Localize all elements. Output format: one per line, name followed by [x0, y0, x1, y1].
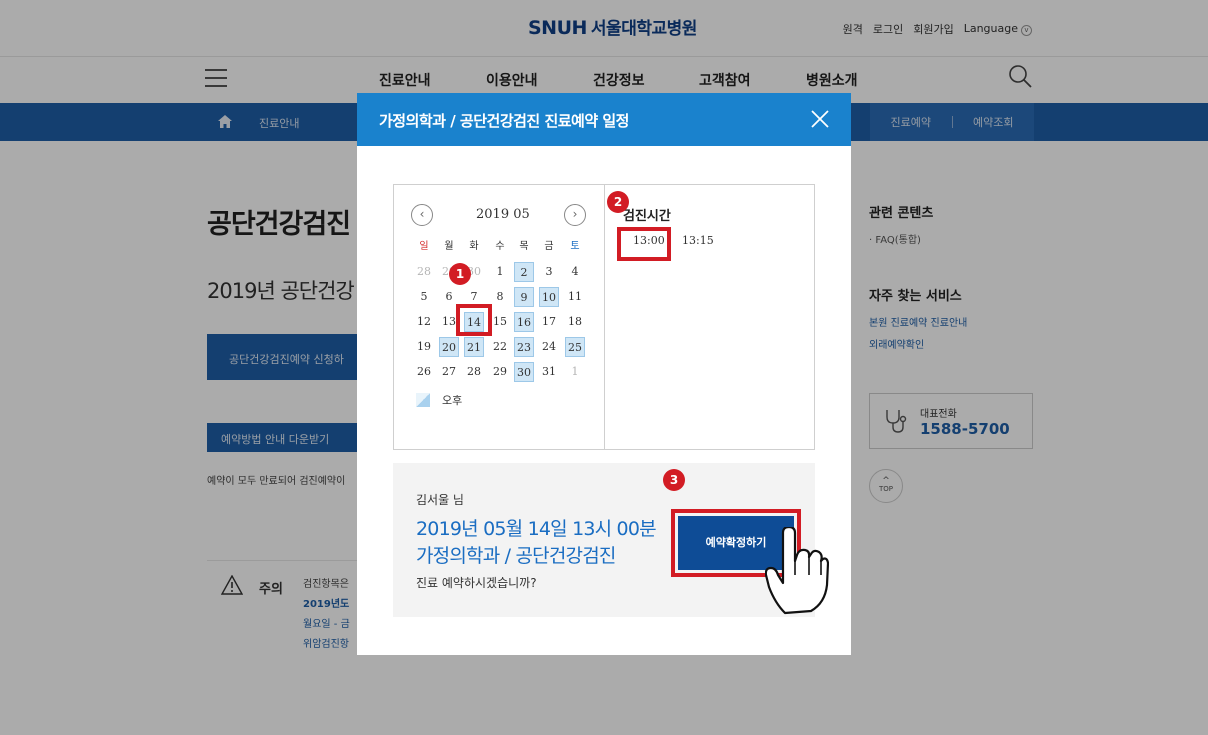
step-badge-2: 2	[607, 191, 629, 213]
modal-header: 가정의학과 / 공단건강검진 진료예약 일정	[357, 93, 851, 146]
calendar-day-available[interactable]: 2	[514, 262, 534, 282]
calendar-day: 15	[493, 315, 507, 328]
calendar-day: 1	[571, 365, 579, 378]
calendar-day-available[interactable]: 20	[439, 337, 459, 357]
calendar-day: 28	[417, 265, 431, 278]
weekday-label: 화	[469, 241, 479, 252]
confirm-question: 진료 예약하시겠습니까?	[416, 576, 537, 590]
weekday-label: 월	[444, 241, 454, 252]
calendar-day-available[interactable]: 10	[539, 287, 559, 307]
confirm-box: 김서울 님 2019년 05월 14일 13시 00분 가정의학과 / 공단건강…	[393, 463, 815, 617]
calendar-day: 27	[442, 365, 456, 378]
calendar-day: 17	[542, 315, 556, 328]
calendar-day: 26	[417, 365, 431, 378]
calendar-day-available[interactable]: 16	[514, 312, 534, 332]
calendar-day: 12	[417, 315, 431, 328]
close-icon[interactable]	[810, 109, 830, 129]
user-name: 김서울 님	[416, 493, 464, 507]
calendar-day: 4	[571, 265, 579, 278]
weekday-label: 수	[495, 241, 505, 252]
pointing-hand-icon	[765, 527, 829, 615]
calendar-month: 2019 05	[476, 207, 530, 222]
prev-month-icon[interactable]: ‹	[411, 204, 433, 226]
calendar-day: 31	[542, 365, 556, 378]
calendar-day: 28	[467, 365, 481, 378]
calendar-day: 3	[545, 265, 553, 278]
step-badge-1: 1	[449, 263, 471, 285]
weekday-label: 일	[419, 241, 429, 252]
weekday-label: 금	[544, 241, 554, 252]
calendar: ‹ 2019 05 › 일월화수목금토282930123456789101112…	[394, 185, 605, 449]
time-slot-1315[interactable]: 13:15	[682, 234, 714, 247]
calendar-day: 8	[496, 290, 504, 303]
step-badge-3: 3	[663, 469, 685, 491]
calendar-day: 29	[493, 365, 507, 378]
calendar-day: 5	[420, 290, 428, 303]
legend-afternoon-label: 오후	[442, 394, 463, 407]
legend-afternoon-swatch	[416, 393, 430, 407]
weekday-label: 토	[570, 241, 580, 252]
calendar-day-available[interactable]: 25	[565, 337, 585, 357]
next-month-icon[interactable]: ›	[564, 204, 586, 226]
calendar-day: 19	[417, 340, 431, 353]
calendar-day-available[interactable]: 9	[514, 287, 534, 307]
selected-department: 가정의학과 / 공단건강검진	[416, 545, 616, 567]
selected-datetime: 2019년 05월 14일 13시 00분	[416, 518, 657, 540]
highlight-selected-time	[617, 227, 671, 261]
calendar-day-available[interactable]: 30	[514, 362, 534, 382]
weekday-label: 목	[519, 241, 529, 252]
calendar-day: 1	[496, 265, 504, 278]
calendar-day: 22	[493, 340, 507, 353]
time-title: 검진시간	[623, 209, 671, 224]
calendar-day: 24	[542, 340, 556, 353]
calendar-day-available[interactable]: 21	[464, 337, 484, 357]
highlight-selected-day	[456, 304, 492, 336]
calendar-day: 18	[568, 315, 582, 328]
calendar-day-available[interactable]: 23	[514, 337, 534, 357]
calendar-day: 11	[568, 290, 582, 303]
modal-title: 가정의학과 / 공단건강검진 진료예약 일정	[379, 112, 629, 130]
